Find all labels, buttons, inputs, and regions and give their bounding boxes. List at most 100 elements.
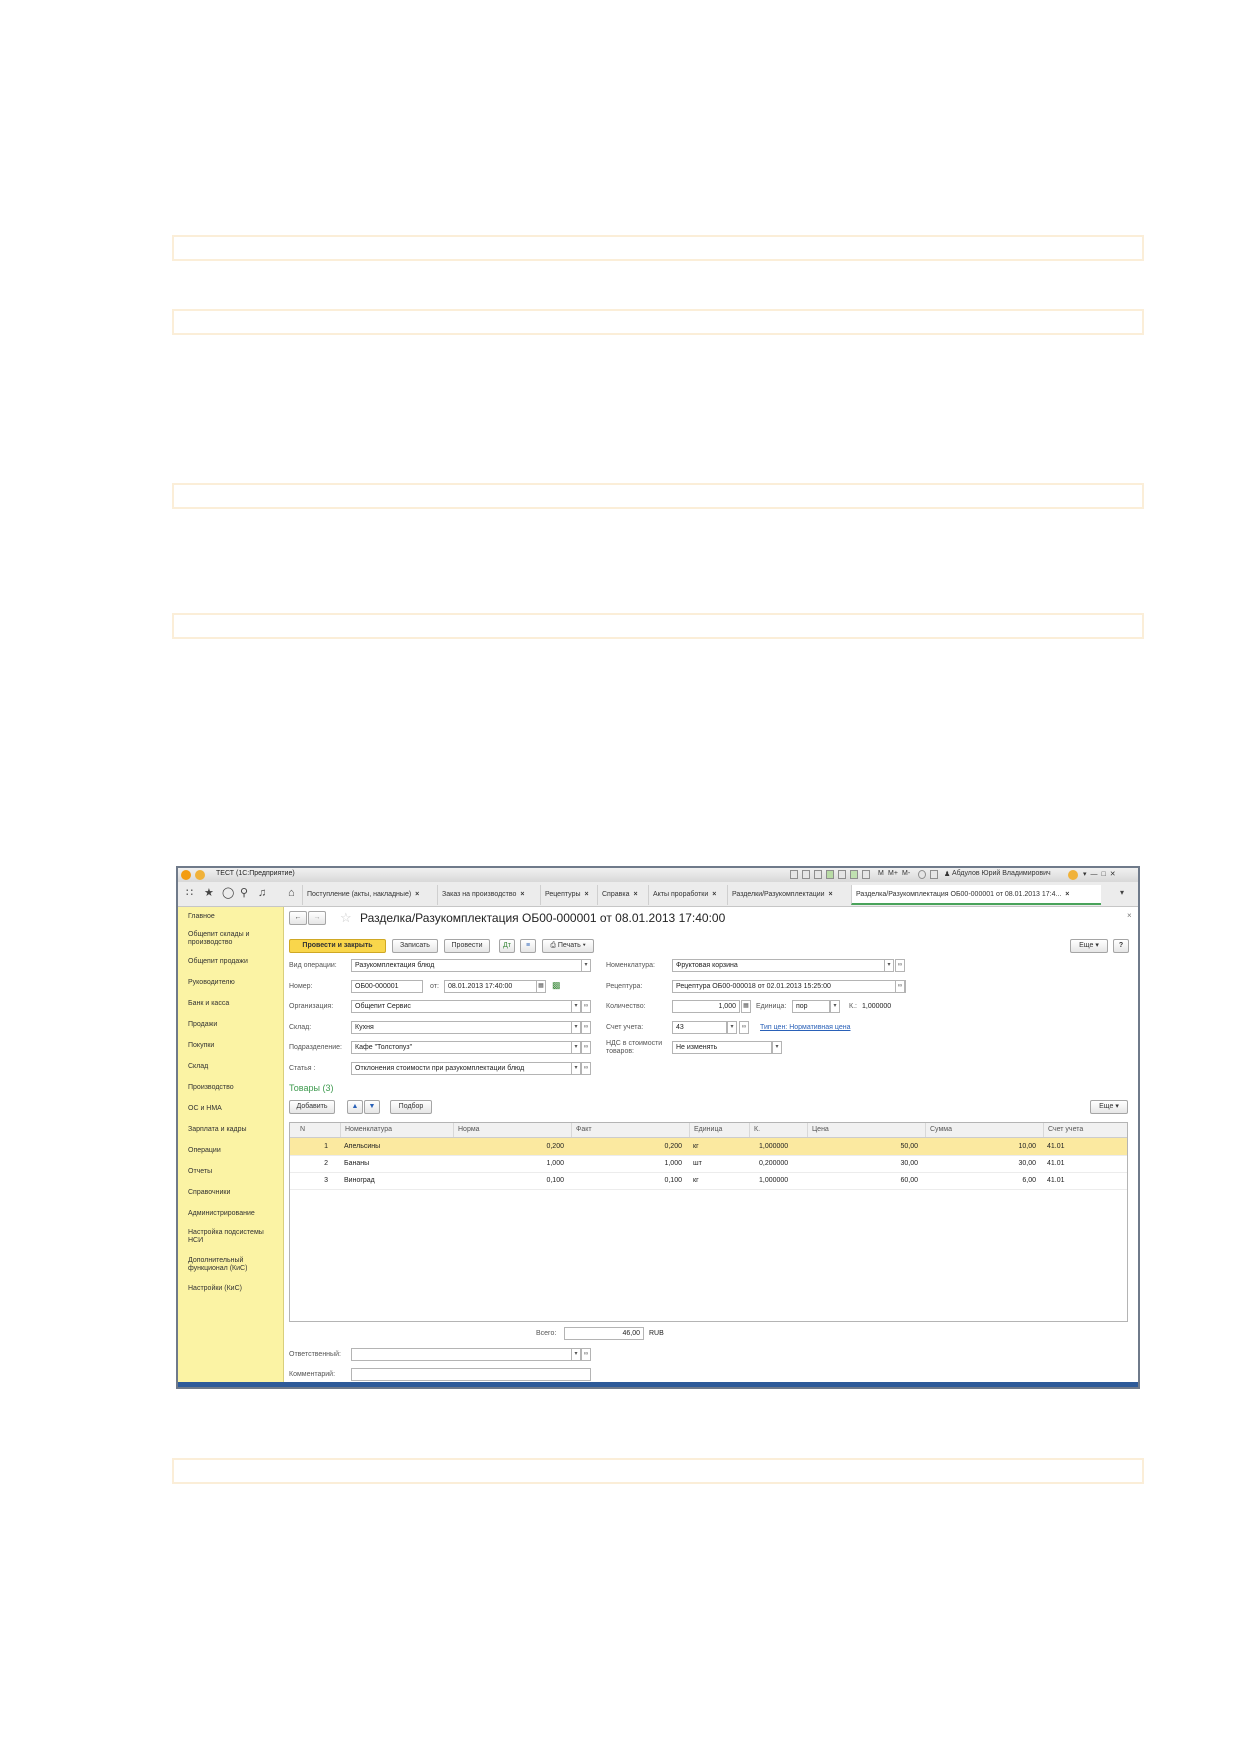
cell-price[interactable]: 50,00 <box>807 1138 922 1155</box>
dt-kt-icon[interactable]: Дт <box>499 939 515 953</box>
sidebar-item-catering-sales[interactable]: Общепит продажи <box>188 958 278 966</box>
unit-field[interactable]: пор <box>792 1000 830 1013</box>
nomen-dropdown-icon[interactable]: ▾ <box>884 959 894 972</box>
post-and-close-button[interactable]: Провести и закрыть <box>289 939 386 953</box>
tab-help[interactable]: Справка × <box>597 885 648 905</box>
memory-m-minus[interactable]: M- <box>902 870 910 877</box>
sidebar-item-purchases[interactable]: Покупки <box>188 1042 278 1050</box>
sidebar-item-catering-warehouses[interactable]: Общепит склады и производство <box>188 931 278 947</box>
close-icon[interactable]: × <box>829 891 833 898</box>
tab-current-document[interactable]: Разделка/Разукомплектация ОБ00-000001 от… <box>851 885 1101 905</box>
article-dropdown-icon[interactable]: ▾ <box>571 1062 581 1075</box>
user-name[interactable]: Абдулов Юрий Владимирович <box>952 870 1051 877</box>
sidebar-item-production[interactable]: Производство <box>188 1084 278 1092</box>
close-icon[interactable]: × <box>415 891 419 898</box>
copy-icon[interactable] <box>838 870 846 879</box>
cell-account[interactable]: 41.01 <box>1043 1172 1128 1189</box>
column-norm[interactable]: Норма <box>453 1123 571 1137</box>
date-extra-icon[interactable]: ▩ <box>552 980 561 991</box>
table-row[interactable]: 2 Бананы 1,000 1,000 шт 0,200000 30,00 3… <box>290 1155 1127 1173</box>
column-fact[interactable]: Факт <box>571 1123 689 1137</box>
column-sum[interactable]: Сумма <box>925 1123 1043 1137</box>
cell-k[interactable]: 1,000000 <box>755 1138 813 1155</box>
goods-title[interactable]: Товары (3) <box>289 1083 333 1093</box>
cell-sum[interactable]: 30,00 <box>925 1155 1040 1172</box>
article-open-icon[interactable]: ∞ <box>581 1062 591 1075</box>
sidebar-item-sales[interactable]: Продажи <box>188 1021 278 1029</box>
table-row[interactable]: 1 Апельсины 0,200 0,200 кг 1,000000 50,0… <box>290 1138 1127 1156</box>
doc-icon[interactable] <box>790 870 798 879</box>
print-icon[interactable] <box>802 870 810 879</box>
column-unit[interactable]: Единица <box>689 1123 749 1137</box>
goods-more-button[interactable]: Еще ▾ <box>1090 1100 1128 1114</box>
cell-price[interactable]: 30,00 <box>807 1155 922 1172</box>
price-type-link[interactable]: Тип цен: Нормативная цена <box>760 1024 851 1031</box>
home-icon[interactable]: ⌂ <box>288 887 295 899</box>
cell-unit[interactable]: шт <box>689 1155 749 1172</box>
unit-dropdown-icon[interactable]: ▾ <box>830 1000 840 1013</box>
cell-price[interactable]: 60,00 <box>807 1172 922 1189</box>
favorites-star-icon[interactable]: ★ <box>204 887 214 899</box>
close-icon[interactable]: × <box>520 891 524 898</box>
more-button[interactable]: Еще ▾ <box>1070 939 1108 953</box>
number-field[interactable]: ОБ00-000001 <box>351 980 423 993</box>
warehouse-open-icon[interactable]: ∞ <box>581 1021 591 1034</box>
cell-account[interactable]: 41.01 <box>1043 1155 1128 1172</box>
add-button[interactable]: Добавить <box>289 1100 335 1114</box>
column-account[interactable]: Счет учета <box>1043 1123 1128 1137</box>
sidebar-item-extra-functionality[interactable]: Дополнительный функционал (КиС) <box>188 1257 278 1273</box>
org-field[interactable]: Общепит Сервис <box>351 1000 581 1013</box>
favorite-star-icon[interactable]: ☆ <box>340 910 352 926</box>
table-row[interactable]: 3 Виноград 0,100 0,100 кг 1,000000 60,00… <box>290 1172 1127 1190</box>
date-field[interactable]: 08.01.2013 17:40:00 <box>444 980 546 993</box>
cell-sum[interactable]: 6,00 <box>925 1172 1040 1189</box>
cell-name[interactable]: Апельсины <box>340 1138 453 1155</box>
responsible-open-icon[interactable]: ∞ <box>581 1348 591 1361</box>
dept-open-icon[interactable]: ∞ <box>581 1041 591 1054</box>
cell-norm[interactable]: 0,100 <box>453 1172 568 1189</box>
window-controls[interactable]: ▾—□✕ <box>1083 870 1120 878</box>
sidebar-item-directories[interactable]: Справочники <box>188 1189 278 1197</box>
qty-calculator-icon[interactable]: ▦ <box>741 1000 751 1013</box>
panel-icon[interactable] <box>930 870 938 879</box>
cell-sum[interactable]: 10,00 <box>925 1138 1040 1155</box>
dept-field[interactable]: Кафе "Толстопуз" <box>351 1041 581 1054</box>
tab-receipts[interactable]: Поступление (акты, накладные) × <box>302 885 437 905</box>
cell-fact[interactable]: 0,200 <box>571 1138 686 1155</box>
cell-norm[interactable]: 0,200 <box>453 1138 568 1155</box>
help-button[interactable]: ? <box>1113 939 1129 953</box>
cell-norm[interactable]: 1,000 <box>453 1155 568 1172</box>
org-open-icon[interactable]: ∞ <box>581 1000 591 1013</box>
sidebar-item-operations[interactable]: Операции <box>188 1147 278 1155</box>
account-dropdown-icon[interactable]: ▾ <box>727 1021 737 1034</box>
nomen-open-icon[interactable]: ∞ <box>895 959 905 972</box>
sidebar-item-reports[interactable]: Отчеты <box>188 1168 278 1176</box>
sidebar-item-manager[interactable]: Руководителю <box>188 979 278 987</box>
org-dropdown-icon[interactable]: ▾ <box>571 1000 581 1013</box>
sidebar-item-administration[interactable]: Администрирование <box>188 1210 278 1218</box>
memory-m-plus[interactable]: M+ <box>888 870 898 877</box>
move-up-button[interactable]: ▲ <box>347 1100 363 1114</box>
close-form-icon[interactable]: × <box>1127 911 1132 920</box>
close-icon[interactable]: × <box>712 891 716 898</box>
tab-production-order[interactable]: Заказ на производство × <box>437 885 540 905</box>
cell-k[interactable]: 0,200000 <box>755 1155 813 1172</box>
sidebar-item-fixed-assets[interactable]: ОС и НМА <box>188 1105 278 1113</box>
vat-field[interactable]: Не изменять <box>672 1041 772 1054</box>
qty-field[interactable]: 1,000 <box>672 1000 740 1013</box>
comment-field[interactable] <box>351 1368 591 1381</box>
save-icon[interactable] <box>826 870 834 879</box>
tabs-menu-chevron-icon[interactable]: ▾ <box>1120 887 1124 899</box>
structure-icon[interactable]: ≡ <box>520 939 536 953</box>
apps-grid-icon[interactable]: ∷ <box>186 887 193 899</box>
column-k[interactable]: К. <box>749 1123 807 1137</box>
tab-recipes[interactable]: Рецептуры × <box>540 885 597 905</box>
calendar-icon[interactable] <box>850 870 858 879</box>
forward-button[interactable]: → <box>308 911 326 925</box>
pick-button[interactable]: Подбор <box>390 1100 432 1114</box>
sidebar-item-kis-settings[interactable]: Настройки (КиС) <box>188 1285 278 1293</box>
column-n[interactable]: N <box>290 1123 340 1137</box>
op-type-field[interactable]: Разукомплектация блюд <box>351 959 591 972</box>
tab-study-acts[interactable]: Акты проработки × <box>648 885 727 905</box>
dept-dropdown-icon[interactable]: ▾ <box>571 1041 581 1054</box>
